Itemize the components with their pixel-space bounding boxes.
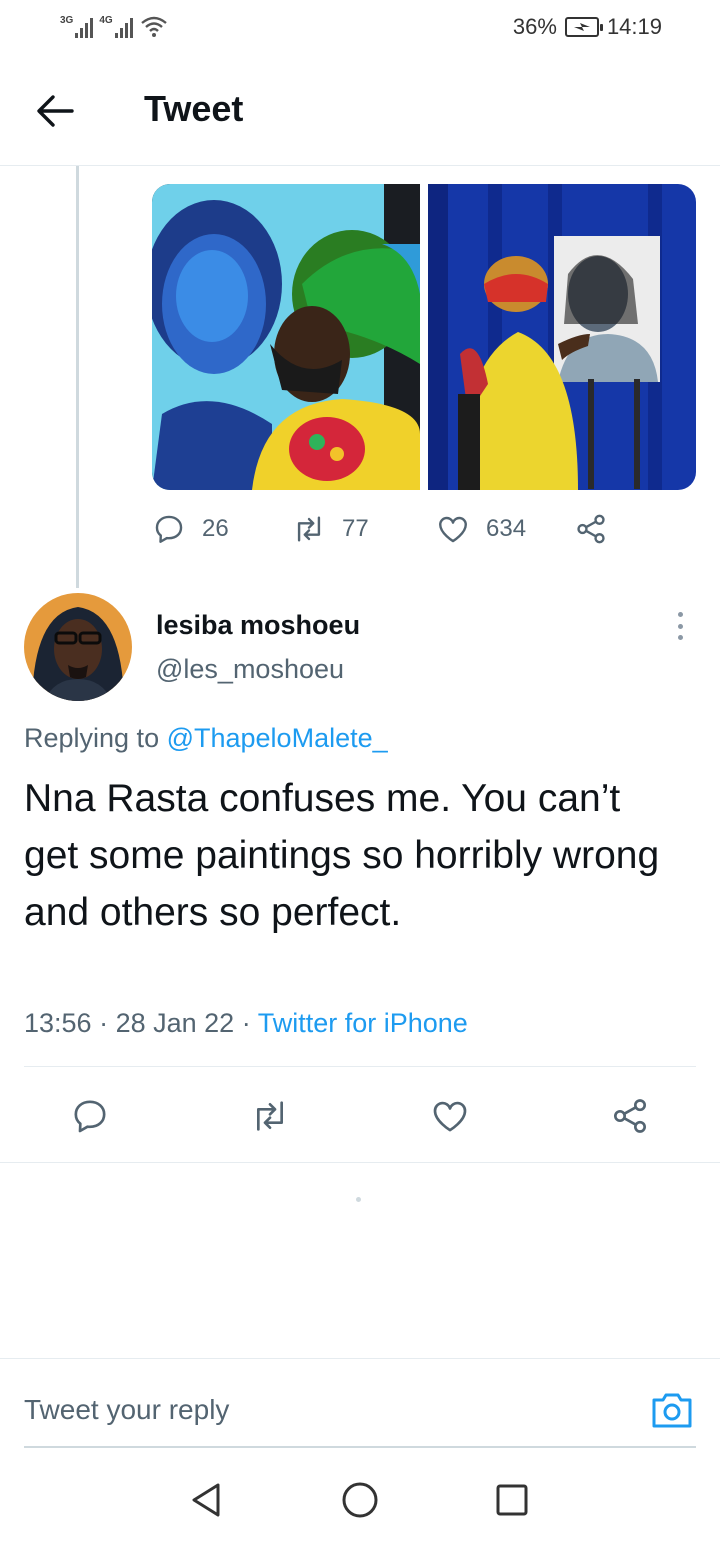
retweet-icon: [297, 516, 321, 542]
heart-icon: [433, 1101, 467, 1132]
painting-portrait-image: [152, 184, 420, 490]
tweet-text: Nna Rasta confuses me. You can’t get som…: [24, 777, 660, 934]
tweet-meta: 13:56 · 28 Jan 22 · Twitter for iPhone: [24, 1008, 468, 1039]
like-count: 634: [486, 515, 527, 542]
wifi-icon: [140, 16, 167, 37]
speech-bubble-icon: [74, 1100, 106, 1133]
reply-count: 26: [202, 515, 229, 542]
parent-like-button[interactable]: 634: [436, 505, 526, 553]
tweet-source-link[interactable]: Twitter for iPhone: [258, 1008, 468, 1038]
square-recents-icon[interactable]: [492, 1480, 532, 1520]
meta-separator: ·: [234, 1008, 258, 1038]
more-options-button[interactable]: [668, 608, 692, 644]
arrow-left-icon: [37, 95, 74, 127]
network-signal-1: 3G: [60, 14, 94, 38]
meta-separator: ·: [91, 1008, 116, 1038]
retweet-button[interactable]: [248, 1094, 292, 1138]
composer-border: [0, 1358, 720, 1359]
thread-line: [76, 166, 79, 588]
reply-button[interactable]: [68, 1094, 112, 1138]
replying-to: Replying to @ThapeloMalete_: [24, 723, 388, 754]
status-right: 36% 14:19: [513, 14, 662, 40]
replying-to-prefix: Replying to: [24, 723, 167, 753]
divider: [24, 1066, 696, 1067]
speech-bubble-icon: [155, 515, 183, 543]
share-icon: [577, 514, 605, 544]
loading-indicator: [356, 1197, 361, 1202]
camera-button[interactable]: [650, 1388, 694, 1432]
header: Tweet: [0, 56, 720, 166]
camera-icon: [652, 1393, 692, 1428]
signal-bars-icon: [114, 16, 133, 38]
composer-underline: [24, 1446, 696, 1448]
reply-actions: [0, 1086, 720, 1146]
painting-artist-image: [428, 184, 696, 490]
media-image-1[interactable]: [152, 184, 420, 490]
avatar-image: [24, 593, 132, 701]
battery-percent: 36%: [512, 14, 557, 39]
parent-retweet-button[interactable]: 77: [292, 505, 369, 553]
more-vertical-icon: [677, 612, 683, 617]
retweet-icon: [257, 1101, 283, 1131]
tweet-time: 13:56: [24, 1008, 92, 1038]
replying-to-handle-link[interactable]: @ThapeloMalete_: [167, 723, 388, 753]
network-label-2: 4G: [99, 14, 113, 26]
network-label-1: 3G: [60, 14, 74, 26]
network-signal-2: 4G: [99, 14, 133, 38]
status-bar: 3G 4G 36% 14:19: [0, 0, 720, 56]
back-button[interactable]: [30, 88, 80, 134]
like-button[interactable]: [428, 1094, 472, 1138]
divider: [0, 1162, 720, 1163]
retweet-count: 77: [342, 515, 369, 542]
battery-icon: [564, 17, 603, 37]
parent-reply-button[interactable]: 26: [152, 505, 229, 553]
avatar[interactable]: [24, 593, 132, 701]
tweet-date: 28 Jan 22: [115, 1008, 235, 1038]
parent-tweet-actions: 26 77 634: [152, 505, 632, 553]
tweet-media: [152, 184, 696, 490]
author-handle[interactable]: @les_moshoeu: [156, 654, 344, 685]
reply-input[interactable]: [24, 1380, 624, 1440]
triangle-back-icon[interactable]: [186, 1480, 226, 1520]
media-image-2[interactable]: [428, 184, 696, 490]
signal-bars-icon: [75, 16, 94, 38]
status-left: 3G 4G: [60, 14, 169, 38]
parent-share-button[interactable]: [574, 505, 608, 553]
circle-home-icon[interactable]: [340, 1480, 380, 1520]
system-nav-bar: [0, 1460, 720, 1541]
share-button[interactable]: [608, 1094, 652, 1138]
clock: 14:19: [606, 14, 662, 39]
heart-icon: [439, 516, 467, 543]
author-name[interactable]: lesiba moshoeu: [156, 610, 360, 641]
share-icon: [614, 1099, 646, 1133]
page-title: Tweet: [144, 88, 244, 129]
